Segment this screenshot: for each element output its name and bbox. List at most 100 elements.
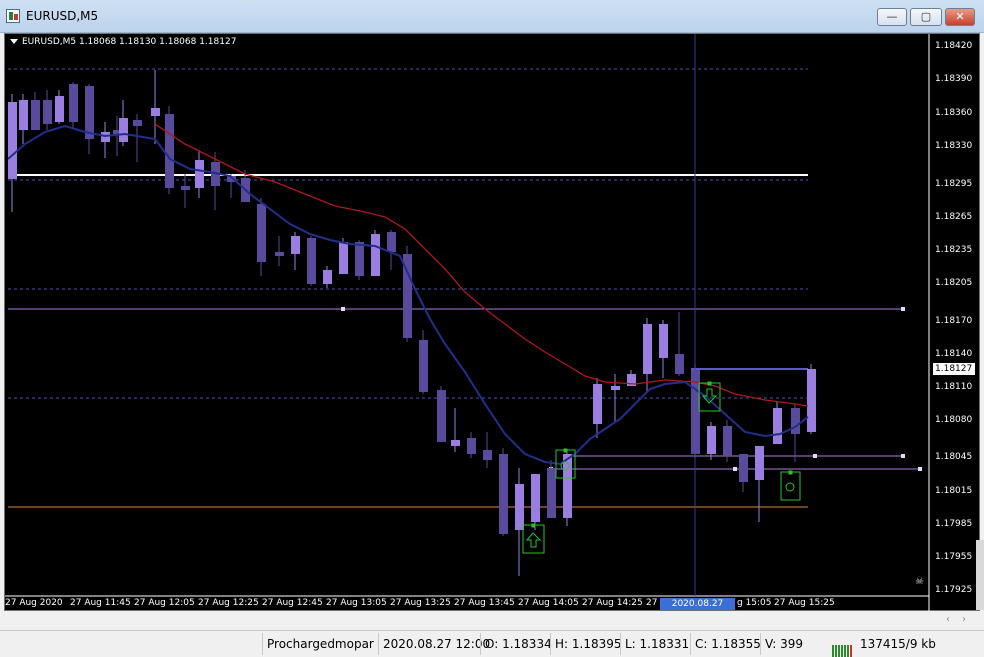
- horizontal-scrollbar[interactable]: ‹ ›: [0, 611, 984, 629]
- current-price-tag: 1.18127: [933, 363, 975, 375]
- crosshair-time-tag: 2020.08.27 15:00: [660, 598, 735, 610]
- candle-body: [151, 108, 160, 116]
- status-close: C: 1.18355: [690, 633, 761, 655]
- vertical-scrollbar[interactable]: [976, 540, 984, 610]
- purple-level-handle-3: [813, 454, 817, 458]
- candle-body: [707, 426, 716, 454]
- candle-body: [807, 369, 816, 432]
- price-tick-15: 1.17955: [935, 552, 973, 562]
- time-tick-12: 27 Aug 15:25: [774, 598, 835, 608]
- price-tick-10: 1.18110: [935, 382, 973, 392]
- price-tick-8: 1.18170: [935, 316, 973, 326]
- time-tick-2: 27 Aug 12:05: [134, 598, 195, 608]
- candle-body: [739, 454, 748, 482]
- scroll-right-icon[interactable]: ›: [962, 614, 966, 625]
- status-low: L: 1.18331: [620, 633, 690, 655]
- price-tick-9: 1.18140: [935, 349, 973, 359]
- candle-body: [611, 386, 620, 390]
- time-tick-3: 27 Aug 12:25: [198, 598, 259, 608]
- candle-body: [133, 120, 142, 126]
- close-button[interactable]: ✕: [945, 8, 975, 26]
- status-bar: Prochargedmopar 2020.08.27 12:00 O: 1.18…: [0, 630, 984, 657]
- candle-body: [275, 252, 284, 256]
- signal-hand-2: [780, 470, 801, 501]
- candle-body: [547, 468, 556, 518]
- candle-body: [55, 96, 64, 122]
- time-tick-6: 27 Aug 13:25: [390, 598, 451, 608]
- candle-body: [119, 118, 128, 142]
- candle-body: [387, 232, 396, 252]
- symbol-info: EURUSD,M5 1.18068 1.18130 1.18068 1.1812…: [10, 37, 236, 47]
- minimize-button[interactable]: —: [877, 8, 907, 26]
- candle-body: [755, 446, 764, 480]
- candle-body: [31, 100, 40, 130]
- slow-moving-average: [154, 123, 809, 407]
- candle-body: [339, 242, 348, 274]
- price-tick-1: 1.18390: [935, 74, 973, 84]
- connection-bars-icon: [832, 638, 856, 657]
- time-tick-4: 27 Aug 12:45: [262, 598, 323, 608]
- price-tick-7: 1.18205: [935, 278, 973, 288]
- candle-body: [195, 160, 204, 188]
- time-tick-9: 27 Aug 14:25: [582, 598, 643, 608]
- candle-body: [437, 390, 446, 442]
- time-tick-8: 27 Aug 14:05: [518, 598, 579, 608]
- candle-body: [791, 408, 800, 434]
- collapse-arrow-icon[interactable]: [10, 39, 18, 44]
- candle-body: [257, 204, 266, 262]
- price-tick-13: 1.18015: [935, 486, 973, 496]
- chart-window-icon: [6, 9, 20, 23]
- purple-level-handle-1: [341, 307, 345, 311]
- candle-body: [483, 450, 492, 460]
- candle-body: [355, 242, 364, 276]
- candle-body: [675, 354, 684, 374]
- time-tick-1: 27 Aug 11:45: [70, 598, 131, 608]
- candle-body: [593, 384, 602, 424]
- purple-level-handle-2: [901, 307, 905, 311]
- status-profile: Prochargedmopar: [262, 633, 377, 655]
- candle-body: [643, 324, 652, 374]
- candle-body: [419, 340, 428, 392]
- price-tick-16: 1.17925: [935, 585, 973, 595]
- scroll-left-icon[interactable]: ‹: [946, 614, 950, 625]
- status-volume: V: 399: [760, 633, 825, 655]
- candle-body: [563, 454, 572, 518]
- chart-window: EURUSD,M5 — ▢ ✕ EURUSD,M5 1.18068 1.1813…: [0, 0, 984, 657]
- window-title: EURUSD,M5: [26, 9, 99, 23]
- purple-level-handle-6: [733, 467, 737, 471]
- candle-body: [85, 86, 94, 139]
- time-tick-0: 27 Aug 2020: [5, 598, 63, 608]
- skull-icon: ☠: [915, 576, 924, 587]
- time-tick-5: 27 Aug 13:05: [326, 598, 387, 608]
- maximize-button[interactable]: ▢: [910, 8, 942, 26]
- candle-body: [69, 84, 78, 122]
- candle-body: [371, 234, 380, 276]
- candle-body: [515, 484, 524, 530]
- time-tick-11: g 15:05: [737, 598, 772, 608]
- candle-body: [451, 440, 460, 446]
- candle-body: [181, 186, 190, 190]
- title-bar[interactable]: EURUSD,M5 — ▢ ✕: [0, 0, 984, 33]
- candle-body: [165, 114, 174, 188]
- price-chart[interactable]: EURUSD,M5 1.18068 1.18130 1.18068 1.1812…: [4, 33, 981, 612]
- price-tick-11: 1.18080: [935, 415, 973, 425]
- candle-body: [19, 100, 28, 130]
- candlestick-plot[interactable]: [5, 34, 981, 612]
- candle-body: [773, 408, 782, 444]
- price-tick-12: 1.18045: [935, 452, 973, 462]
- candle-body: [659, 324, 668, 358]
- candle-body: [467, 438, 476, 454]
- time-tick-10: 27: [646, 598, 658, 608]
- candle-body: [307, 238, 316, 284]
- candle-body: [43, 100, 52, 124]
- candle-body: [723, 426, 732, 456]
- purple-level-handle-4: [901, 454, 905, 458]
- price-tick-0: 1.18420: [935, 41, 973, 51]
- time-tick-7: 27 Aug 13:45: [454, 598, 515, 608]
- price-tick-3: 1.18330: [935, 141, 973, 151]
- price-tick-2: 1.18360: [935, 108, 973, 118]
- price-tick-5: 1.18265: [935, 212, 973, 222]
- candle-body: [8, 102, 17, 179]
- symbol-info-text: EURUSD,M5 1.18068 1.18130 1.18068 1.1812…: [22, 37, 237, 47]
- status-datetime: 2020.08.27 12:00: [378, 633, 490, 655]
